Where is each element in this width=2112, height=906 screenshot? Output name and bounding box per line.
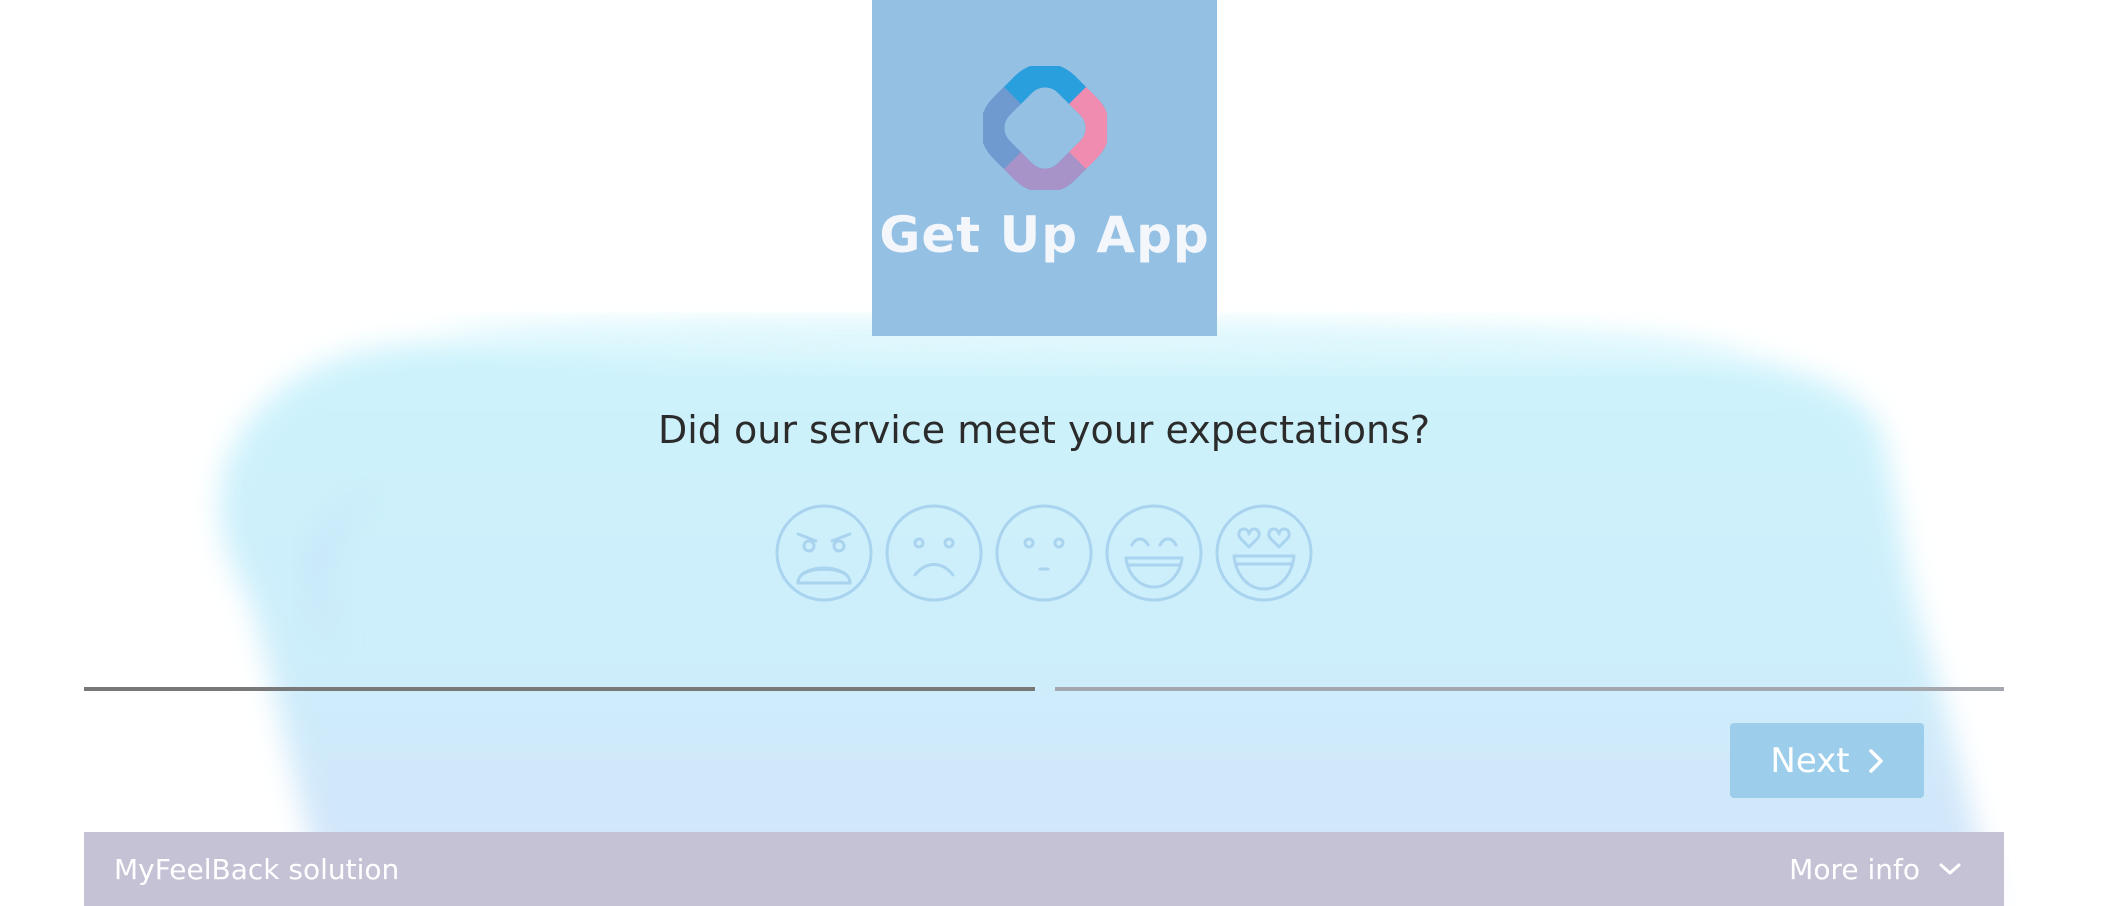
- survey-page: Get Up App Did our service meet your exp…: [0, 0, 2112, 906]
- progress-completed-segment: [84, 687, 1035, 691]
- next-label: Next: [1770, 740, 1850, 781]
- chevron-right-icon: [1868, 748, 1883, 773]
- neutral-face-icon[interactable]: [994, 503, 1094, 603]
- angry-face-icon[interactable]: [774, 503, 874, 603]
- rating-faces: [774, 503, 1314, 603]
- happy-face-icon[interactable]: [1104, 503, 1204, 603]
- sad-face-icon[interactable]: [884, 503, 984, 603]
- chevron-down-icon: [1939, 863, 1961, 875]
- get-up-app-logo: Get Up App: [872, 0, 1217, 336]
- more-info-toggle[interactable]: More info: [1789, 853, 1962, 886]
- next-button[interactable]: Next: [1730, 723, 1924, 798]
- more-info-label: More info: [1789, 852, 1920, 886]
- heart-eyes-face-icon[interactable]: [1214, 503, 1314, 603]
- logo-text: Get Up App: [879, 206, 1210, 264]
- footer-bar: MyFeelBack solution More info: [84, 832, 2004, 906]
- progress-remaining-segment: [1055, 687, 2004, 691]
- diamond-ring-logo-icon: [982, 66, 1107, 190]
- survey-question: Did our service meet your expectations?: [657, 408, 1431, 452]
- brand-label: MyFeelBack solution: [114, 852, 400, 886]
